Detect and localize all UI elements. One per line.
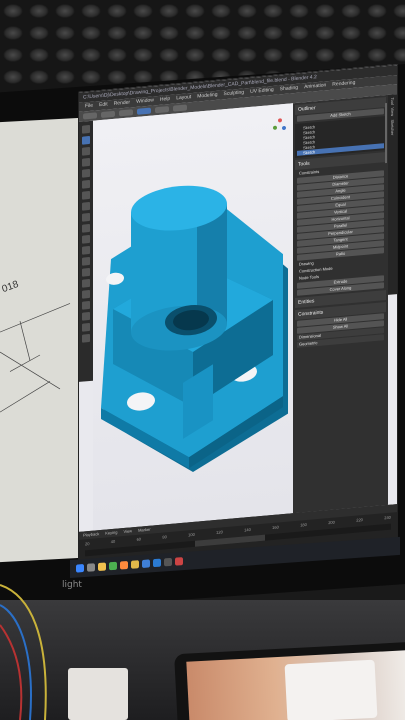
view-menu[interactable]: [119, 109, 133, 117]
blender-icon[interactable]: [120, 560, 128, 570]
monitor-brand-logo: light: [62, 580, 82, 590]
mail-icon[interactable]: [142, 559, 150, 568]
search-icon[interactable]: [87, 563, 95, 572]
timeline-menu[interactable]: View: [123, 528, 132, 535]
panel-scrollbar[interactable]: [385, 102, 387, 164]
annotate-tool-icon[interactable]: [82, 190, 90, 200]
tool-shelf: [79, 120, 93, 382]
timeline-frame-label: 140: [244, 526, 251, 533]
point-tool-icon[interactable]: [82, 256, 90, 266]
transform-orientation-button[interactable]: [137, 107, 151, 115]
timeline-frame-label: 60: [136, 536, 142, 542]
timeline-menu[interactable]: Keying: [105, 530, 117, 537]
select-tool-icon[interactable]: [82, 124, 90, 134]
sidebar-tab[interactable]: View: [390, 108, 395, 117]
blender-window: C:\Users\Dj\Desktop\Drawing_Projects\Ble…: [78, 64, 398, 572]
constraint-button-list: Distance Diameter Angle Coincident Equal Vert…: [293, 170, 388, 261]
move-tool-icon[interactable]: [82, 146, 90, 156]
editor-type-button[interactable]: [83, 112, 97, 120]
phone-app-card: [284, 659, 378, 720]
3d-viewport[interactable]: [93, 103, 293, 531]
arc-tool-icon[interactable]: [82, 234, 90, 244]
cable-wires: [0, 584, 47, 720]
line-tool-icon[interactable]: [82, 212, 90, 222]
scale-tool-icon[interactable]: [82, 168, 90, 178]
timeline-menu[interactable]: Marker: [138, 527, 150, 534]
timeline-frame-label: 220: [356, 517, 363, 523]
snap-button[interactable]: [155, 106, 169, 114]
folder-icon[interactable]: [131, 560, 139, 569]
cad-part-model[interactable]: [93, 103, 293, 530]
timeline-frame-label: 20: [85, 540, 90, 547]
terminal-icon[interactable]: [164, 557, 172, 567]
cursor-tool-icon[interactable]: [82, 135, 90, 145]
object-mode-dropdown[interactable]: [101, 110, 115, 118]
file-explorer-icon[interactable]: [98, 562, 106, 572]
trim-tool-icon[interactable]: [82, 267, 90, 277]
spline-tool-icon[interactable]: [82, 322, 90, 332]
proportional-edit-button[interactable]: [173, 104, 187, 112]
timeline-frame-label: 200: [328, 519, 335, 526]
vscode-icon[interactable]: [153, 558, 161, 568]
circle-tool-icon[interactable]: [82, 223, 90, 233]
sidebar-tab[interactable]: Sketcher: [390, 119, 395, 135]
white-box: [68, 668, 128, 720]
timeline-frame-label: 240: [384, 514, 391, 521]
timeline-frame-label: 120: [216, 529, 223, 535]
timeline-frame-label: 100: [188, 531, 195, 538]
app-icon[interactable]: [175, 557, 183, 566]
timeline-frame-label: 40: [110, 538, 116, 545]
rectangle-tool-icon[interactable]: [82, 245, 90, 255]
sidebar-tabs: Tool View Sketcher: [388, 93, 398, 295]
measure-tool-icon[interactable]: [82, 201, 90, 211]
bevel-tool-icon[interactable]: [82, 278, 90, 288]
timeline-frame-label: 160: [272, 524, 279, 531]
sidebar-tab[interactable]: Tool: [390, 97, 395, 105]
timeline-frame-label: 180: [300, 521, 307, 528]
mirror-tool-icon[interactable]: [82, 300, 90, 310]
start-icon[interactable]: [76, 564, 84, 573]
rotate-tool-icon[interactable]: [82, 157, 90, 167]
paper-drawing: 018: [0, 117, 80, 563]
extrude-tool-icon[interactable]: [82, 311, 90, 321]
timeline-frame-label: 80: [162, 534, 167, 540]
outliner-list: Sketch Sketch Sketch Sketch Sketch Sketch: [295, 116, 386, 159]
transform-tool-icon[interactable]: [82, 179, 90, 189]
properties-panel: Outliner Add Sketch Sketch Sketch Sketch Sk…: [293, 94, 388, 514]
paper-sketch-lines: [0, 303, 71, 413]
chrome-icon[interactable]: [109, 561, 117, 571]
offset-tool-icon[interactable]: [82, 289, 90, 299]
workplane-tool-icon[interactable]: [82, 333, 90, 343]
